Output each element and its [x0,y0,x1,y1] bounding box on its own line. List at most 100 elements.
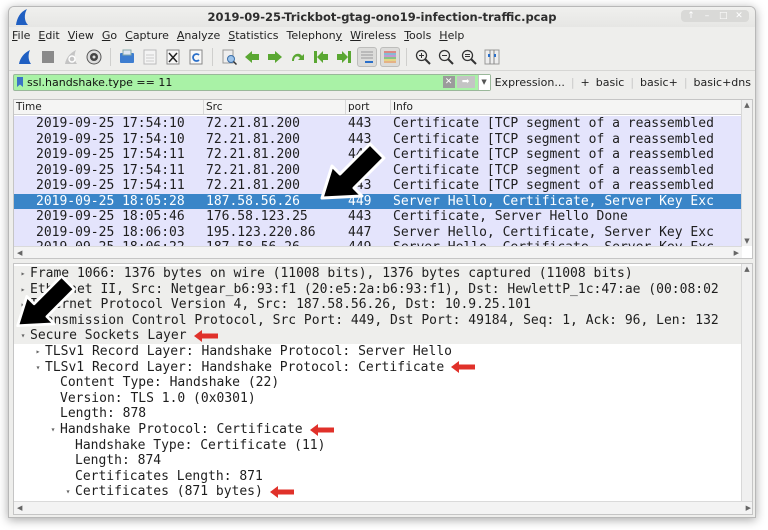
stop-capture-icon [42,50,54,63]
scroll-left-arrow-icon[interactable]: ◀ [17,249,22,257]
filter-history-dropdown[interactable]: ▼ [477,74,490,90]
close-file-button[interactable] [163,47,183,67]
packet-row[interactable]: 2019-09-25 17:54:11 72.21.81.200 443 Certif… [14,147,742,163]
detail-tree-item-label: Version: TLS 1.0 (0x0301) [60,390,256,406]
start-capture-button[interactable] [15,47,35,67]
filter-button-basic-dns[interactable]: basic+dns [694,76,751,89]
packet-row[interactable]: 2019-09-25 17:54:11 72.21.81.200 443 Certif… [14,178,742,194]
save-file-button[interactable] [140,47,160,67]
scroll-right-arrow-icon[interactable]: ▶ [734,249,739,257]
menu-wireless[interactable]: Wireless [350,29,396,42]
display-filter-input[interactable] [27,75,443,89]
menu-tools[interactable]: Tools [404,29,431,42]
packet-list-horizontal-scrollbar[interactable]: ◀ ▶ [14,246,742,258]
apply-filter-button[interactable]: ➡ [456,76,475,88]
menu-capture[interactable]: Capture [125,29,169,42]
open-file-button[interactable] [117,47,137,67]
collapse-arrow-icon[interactable]: ▾ [18,328,28,344]
zoom-in-button[interactable] [413,47,433,67]
details-horizontal-scrollbar[interactable]: ◀ ▶ [14,501,752,514]
filter-button-basic[interactable]: basic [596,76,625,89]
detail-tree-item-label: Content Type: Handshake (22) [60,375,280,391]
packet-row[interactable]: 2019-09-25 17:54:10 72.21.81.200 443 Certif… [14,131,742,147]
collapse-arrow-icon[interactable]: ▾ [48,422,58,438]
maximize-button[interactable]: □ [719,11,728,21]
menu-help[interactable]: Help [439,29,464,42]
go-forward-button[interactable] [265,47,285,67]
filter-separator: | [570,75,575,89]
menu-edit[interactable]: Edit [38,29,59,42]
detail-tree-item[interactable]: ▾ TLSv1 Record Layer: Handshake Protocol:… [14,360,742,376]
resize-columns-button[interactable] [482,47,502,67]
scroll-down-arrow-icon[interactable]: ▼ [742,236,752,246]
collapse-arrow-icon[interactable]: ▾ [63,484,73,500]
detail-tree-item[interactable]: ▸ Transmission Control Protocol, Src Port… [14,312,742,329]
last-packet-button[interactable] [334,47,354,67]
detail-tree-item[interactable]: ▸ Internet Protocol Version 4, Src: 187.5… [14,297,742,313]
menu-telephony[interactable]: Telephony [287,29,343,42]
detail-tree-item[interactable]: ▾ Certificates (871 bytes) [14,484,742,500]
menu-file[interactable]: File [12,29,30,42]
collapse-arrow-icon[interactable]: ▾ [33,360,43,376]
wireshark-window: 2019-09-25-Trickbot-gtag-ono19-infection… [8,6,756,518]
detail-tree-item[interactable]: Length: 874 [14,453,742,469]
capture-options-button[interactable] [84,47,104,67]
zoom-out-button[interactable] [436,47,456,67]
expand-arrow-icon[interactable]: ▸ [18,297,28,313]
colorize-button[interactable] [380,46,400,67]
column-header-port[interactable]: port [346,100,391,114]
cell-src: 72.21.81.200 [206,178,300,193]
clear-filter-button[interactable]: ✕ [442,76,455,88]
stop-capture-button[interactable] [38,47,58,67]
detail-tree-item[interactable]: Version: TLS 1.0 (0x0301) [14,391,742,407]
detail-tree-item[interactable]: Handshake Type: Certificate (11) [14,438,742,454]
detail-tree-item[interactable]: ▸ TLSv1 Record Layer: Handshake Protocol:… [14,344,742,360]
menu-analyze[interactable]: Analyze [177,29,220,42]
column-header-time[interactable]: Time [14,100,204,114]
scroll-right-arrow-icon[interactable]: ▶ [746,504,751,512]
first-packet-button[interactable] [311,47,331,67]
expand-arrow-icon[interactable]: ▸ [33,344,43,360]
add-filter-button[interactable]: + [581,76,590,89]
detail-tree-item[interactable]: Certificates Length: 871 [14,469,742,485]
expand-arrow-icon[interactable]: ▸ [18,266,28,282]
packet-row[interactable]: 2019-09-25 17:54:11 72.21.81.200 443 Certif… [14,162,742,178]
menu-statistics[interactable]: Statistics [228,29,278,42]
packet-row[interactable]: 2019-09-25 18:05:46 176.58.123.25 443 Certi… [14,209,742,225]
detail-tree-item[interactable]: ▸ Ethernet II, Src: Netgear_b6:93:f1 (20:… [14,281,742,298]
minimize-button[interactable]: – [703,11,711,21]
column-header-src[interactable]: Src [204,100,346,114]
packet-list-vertical-scrollbar[interactable]: ▲ ▼ [741,100,752,246]
filter-button-basic-plus[interactable]: basic+ [640,76,678,89]
cell-info: Certificate [TCP segment of a reassemble… [393,116,714,131]
go-to-packet-button[interactable] [288,47,308,67]
scroll-left-arrow-icon[interactable]: ◀ [17,504,22,512]
packet-row[interactable]: 2019-09-25 17:54:10 72.21.81.200 443 Certif… [14,116,742,132]
scroll-up-arrow-icon[interactable]: ▲ [742,100,752,110]
filter-bookmark-icon[interactable] [17,77,23,87]
column-header-info[interactable]: Info [391,100,744,114]
detail-tree-item[interactable]: ▾ Handshake Protocol: Certificate [14,422,742,438]
detail-tree-item[interactable]: ▾ Secure Sockets Layer [14,328,742,344]
find-packet-button[interactable] [219,47,239,67]
normal-size-button[interactable] [459,47,479,67]
expand-arrow-icon[interactable]: ▸ [18,282,28,298]
packet-row-selected[interactable]: 2019-09-25 18:05:28 187.58.56.26 449 Server… [14,193,742,209]
go-back-button[interactable] [242,47,262,67]
restart-capture-button[interactable] [61,47,81,67]
autoscroll-button[interactable] [357,46,377,67]
expand-arrow-icon[interactable]: ▸ [18,313,28,329]
scroll-up-arrow-icon[interactable]: ▲ [742,264,752,274]
detail-tree-item[interactable]: Length: 878 [14,406,742,422]
restore-up-button[interactable]: ↑ [687,11,695,21]
detail-tree-item[interactable]: Content Type: Handshake (22) [14,375,742,391]
details-vertical-scrollbar[interactable]: ▲ [741,264,752,502]
expression-button[interactable]: Expression... [495,76,565,89]
title-bar: 2019-09-25-Trickbot-gtag-ono19-infection… [9,7,755,27]
detail-tree-item[interactable]: ▸ Frame 1066: 1376 bytes on wire (11008 b… [14,266,742,282]
menu-go[interactable]: Go [102,29,117,42]
packet-row[interactable]: 2019-09-25 18:06:03 195.123.220.86 447 Serv… [14,224,742,240]
menu-view[interactable]: View [68,29,94,42]
reload-file-button[interactable] [186,47,206,67]
close-button[interactable]: ✕ [735,11,743,21]
